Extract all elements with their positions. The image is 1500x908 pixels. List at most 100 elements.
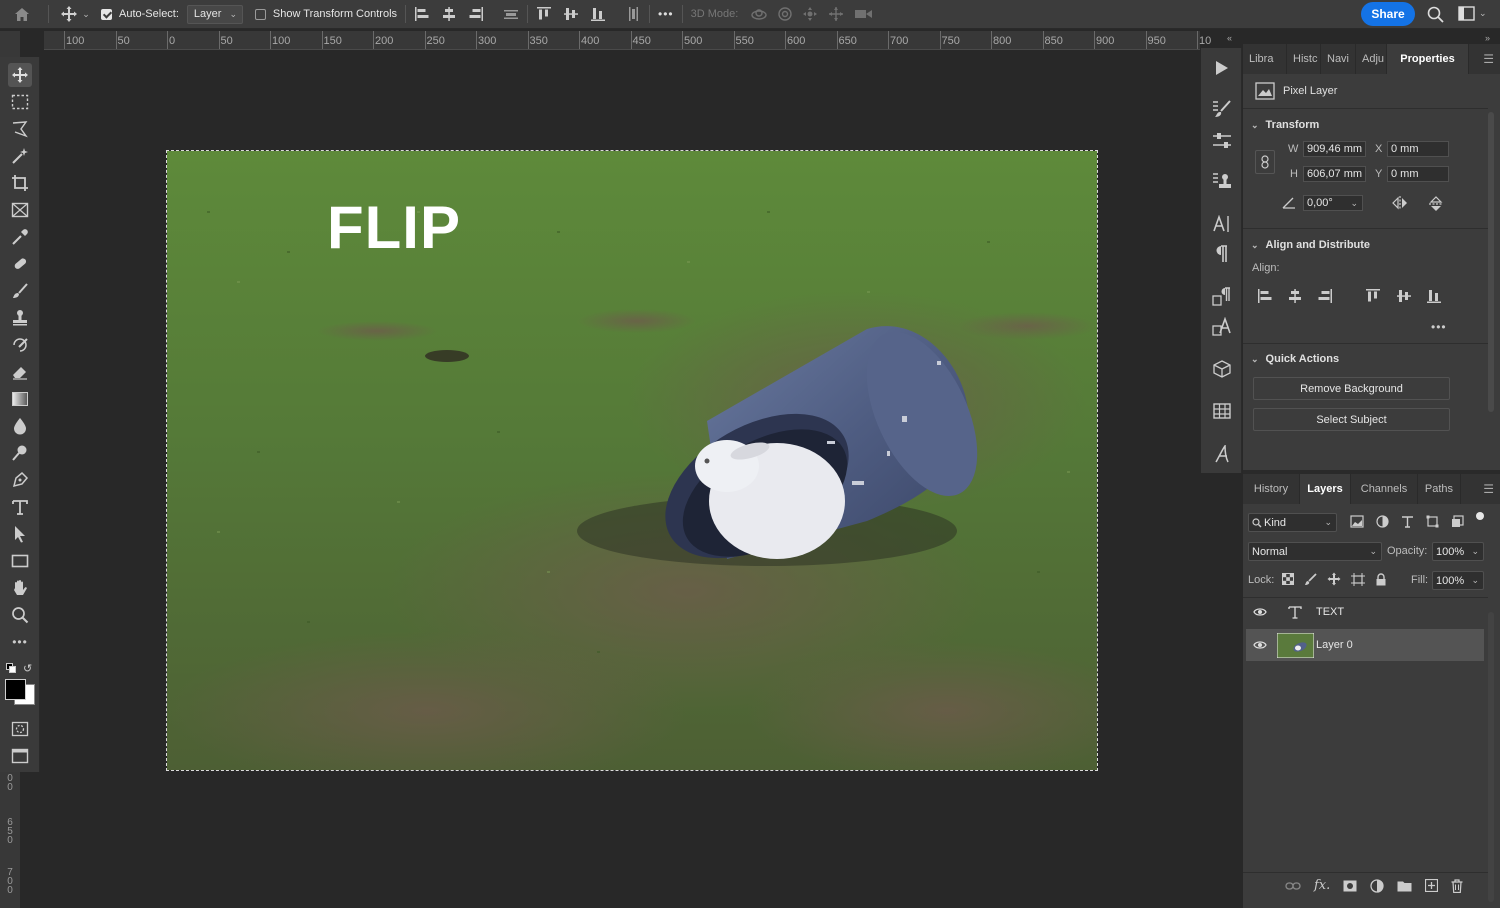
path-selection-tool[interactable] (8, 522, 32, 546)
blend-mode-dropdown[interactable]: Normal ⌄ (1248, 542, 1382, 561)
align-top-icon[interactable] (536, 6, 552, 22)
y-field[interactable]: 0 mm (1387, 166, 1449, 182)
fill-field[interactable]: 100% ⌄ (1432, 571, 1484, 590)
quick-mask-button[interactable] (8, 717, 32, 741)
glyphs-panel-button[interactable] (1209, 441, 1235, 467)
brush-settings-button[interactable] (1209, 96, 1235, 122)
home-button[interactable] (0, 0, 44, 29)
tab-navigator[interactable]: Navi (1321, 44, 1356, 74)
align-right-icon[interactable] (468, 6, 484, 22)
pan-3d-icon[interactable] (802, 6, 818, 22)
align-more-button[interactable]: ••• (1431, 320, 1447, 334)
filter-adjustment-icon[interactable] (1376, 515, 1389, 528)
tab-history-mini[interactable]: Histc (1287, 44, 1321, 74)
new-adjustment-icon[interactable] (1370, 878, 1384, 893)
roll-3d-icon[interactable] (777, 6, 793, 22)
timeline-panel-button[interactable] (1209, 398, 1235, 424)
tab-channels[interactable]: Channels (1351, 474, 1418, 504)
visibility-toggle[interactable] (1246, 640, 1274, 650)
lasso-tool[interactable] (8, 117, 32, 141)
collapse-iconpanel-icon[interactable]: « (1227, 33, 1232, 43)
panel-menu-button[interactable]: ☰ (1469, 44, 1500, 74)
move-tool[interactable] (8, 63, 32, 87)
workspace-button[interactable]: ⌄ (1458, 6, 1487, 21)
video-camera-icon[interactable] (854, 7, 874, 21)
visibility-toggle[interactable] (1246, 607, 1274, 617)
x-field[interactable]: 0 mm (1387, 141, 1449, 157)
align-left-icon[interactable] (1257, 288, 1273, 304)
align-vcenter-icon[interactable] (563, 6, 579, 22)
history-brush-tool[interactable] (8, 333, 32, 357)
layer-filter-dropdown[interactable]: Kind ⌄ (1248, 513, 1337, 532)
align-bottom-icon[interactable] (1426, 288, 1442, 304)
flip-vertical-icon[interactable] (1428, 195, 1444, 213)
properties-scrollbar[interactable] (1488, 112, 1494, 412)
lock-transparent-icon[interactable] (1282, 573, 1294, 585)
document-canvas[interactable]: FLIP (166, 150, 1098, 771)
distribute-h-icon[interactable] (625, 6, 641, 22)
angle-field[interactable]: 0,00° ⌄ (1303, 195, 1363, 211)
show-transform-checkbox[interactable]: Show Transform Controls (254, 8, 397, 20)
filter-shape-icon[interactable] (1426, 515, 1439, 528)
magic-wand-tool[interactable] (8, 144, 32, 168)
layers-scrollbar[interactable] (1488, 612, 1494, 902)
tab-paths[interactable]: Paths (1418, 474, 1461, 504)
width-field[interactable]: 909,46 mm (1303, 141, 1366, 157)
align-vcenter-icon[interactable] (1396, 288, 1412, 304)
dodge-tool[interactable] (8, 441, 32, 465)
edit-toolbar-button[interactable]: ••• (8, 630, 32, 654)
move-tool-preset[interactable]: ⌄ (55, 0, 95, 29)
healing-brush-tool[interactable] (8, 252, 32, 276)
lock-pixels-icon[interactable] (1304, 572, 1317, 586)
lock-all-icon[interactable] (1375, 572, 1387, 586)
height-field[interactable]: 606,07 mm (1303, 166, 1366, 182)
stamp-tool[interactable] (8, 306, 32, 330)
slide-3d-icon[interactable] (827, 6, 845, 22)
align-bottom-icon[interactable] (590, 6, 606, 22)
character-styles-button[interactable] (1209, 314, 1235, 340)
clone-source-button[interactable] (1209, 168, 1235, 194)
actions-play-button[interactable] (1209, 55, 1235, 81)
3d-panel-button[interactable] (1209, 356, 1235, 382)
add-mask-icon[interactable] (1343, 880, 1357, 892)
opacity-field[interactable]: 100% ⌄ (1432, 542, 1484, 561)
swap-colors-icon[interactable]: ↺ (23, 662, 32, 675)
link-dimensions-button[interactable] (1255, 150, 1275, 174)
layers-menu-button[interactable]: ☰ (1461, 474, 1500, 504)
delete-layer-icon[interactable] (1451, 878, 1463, 893)
default-colors-icon[interactable] (6, 663, 16, 673)
frame-tool[interactable] (8, 198, 32, 222)
character-panel-button[interactable] (1209, 211, 1235, 237)
align-hcenter-icon[interactable] (441, 6, 457, 22)
layer-name[interactable]: TEXT (1316, 606, 1344, 618)
brush-tool[interactable] (8, 279, 32, 303)
pen-tool[interactable] (8, 468, 32, 492)
crop-tool[interactable] (8, 171, 32, 195)
auto-select-checkbox[interactable]: Auto-Select: (101, 8, 179, 20)
tab-adjustments[interactable]: Adju (1356, 44, 1387, 74)
new-layer-icon[interactable] (1425, 879, 1439, 892)
tab-properties[interactable]: Properties (1387, 44, 1469, 74)
adjustments-presets-button[interactable] (1209, 128, 1235, 154)
orbit-3d-icon[interactable] (750, 6, 768, 22)
tab-libraries[interactable]: Libra (1243, 44, 1287, 74)
transform-section-header[interactable]: ⌄ Transform (1251, 119, 1319, 131)
blur-tool[interactable] (8, 414, 32, 438)
share-button[interactable]: Share (1361, 2, 1415, 26)
quick-actions-header[interactable]: ⌄ Quick Actions (1251, 353, 1339, 365)
filter-smart-object-icon[interactable] (1451, 515, 1464, 528)
hand-tool[interactable] (8, 576, 32, 600)
layer-row-text[interactable]: TEXT (1246, 596, 1484, 628)
eraser-tool[interactable] (8, 360, 32, 384)
eyedropper-tool[interactable] (8, 225, 32, 249)
align-right-icon[interactable] (1317, 288, 1333, 304)
filter-toggle-switch[interactable] (1476, 512, 1484, 520)
lock-artboard-icon[interactable] (1351, 572, 1365, 586)
align-section-header[interactable]: ⌄ Align and Distribute (1251, 239, 1370, 251)
paragraph-panel-button[interactable] (1209, 241, 1235, 267)
tab-history[interactable]: History (1243, 474, 1300, 504)
flip-horizontal-icon[interactable] (1391, 195, 1409, 211)
marquee-tool[interactable] (8, 90, 32, 114)
rectangle-tool[interactable] (8, 549, 32, 573)
filter-type-icon[interactable] (1401, 515, 1414, 528)
